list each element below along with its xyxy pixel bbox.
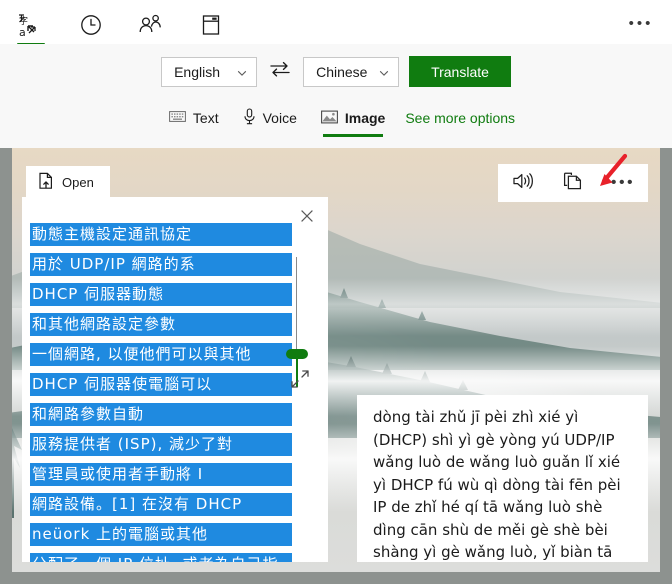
source-language-dropdown[interactable]: English [161, 56, 258, 87]
open-file-icon [38, 172, 54, 193]
tab-image[interactable]: Image [309, 104, 397, 137]
book-icon [200, 13, 222, 37]
tab-voice[interactable]: Voice [231, 102, 309, 138]
ocr-line[interactable]: 一個網路, 以便他們可以與其他 [30, 343, 292, 366]
see-more-options-link[interactable]: See more options [405, 110, 515, 130]
speaker-icon [512, 171, 534, 196]
ocr-line[interactable]: 管理員或使用者手動將 I [30, 463, 292, 486]
workspace-left-frame [0, 148, 12, 584]
chevron-down-icon [236, 66, 248, 78]
translation-controls-panel: English Chinese Translate Text Voice Ima… [0, 44, 672, 148]
input-mode-tabs: Text Voice Image See more options [0, 102, 672, 138]
target-language-value: Chinese [316, 63, 368, 80]
zoom-slider-thumb[interactable] [286, 349, 308, 359]
translate-icon: 字 a [18, 12, 44, 38]
microphone-icon [243, 108, 256, 128]
workspace-right-frame [660, 148, 672, 584]
ocr-line[interactable]: 動態主機設定通訊協定 [30, 223, 292, 246]
copy-button[interactable] [548, 164, 598, 202]
chevron-down-icon [378, 66, 390, 78]
tab-voice-label: Voice [262, 110, 297, 126]
nav-item-translator[interactable]: 字 a [14, 8, 48, 46]
picture-icon [320, 110, 338, 127]
ocr-line[interactable]: 和網路參數自動 [30, 403, 292, 426]
window-more-menu[interactable]: ••• [626, 16, 656, 32]
image-action-toolbar: ••• [498, 164, 648, 202]
target-language-dropdown[interactable]: Chinese [303, 56, 400, 87]
copy-icon [563, 171, 583, 196]
people-icon [138, 13, 164, 37]
nav-item-phrasebook[interactable] [194, 8, 228, 42]
ocr-line[interactable]: 和其他網路設定參數 [30, 313, 292, 336]
nav-item-conversation[interactable] [134, 8, 168, 42]
swap-arrows-icon [269, 60, 291, 83]
close-icon [299, 208, 315, 229]
ocr-translated-lines: 動態主機設定通訊協定 用於 UDP/IP 網路的系 DHCP 伺服器動態 和其他… [30, 223, 292, 562]
translator-app-window: 字 a ••• English Chinese Translate Text V… [0, 0, 672, 584]
ellipsis-icon: ••• [610, 174, 636, 191]
translate-button[interactable]: Translate [409, 56, 511, 87]
image-more-button[interactable]: ••• [598, 164, 648, 202]
ocr-line[interactable]: 服務提供者 (ISP), 減少了對 [30, 433, 292, 456]
ocr-scroll-area[interactable]: 動態主機設定通訊協定 用於 UDP/IP 網路的系 DHCP 伺服器動態 和其他… [22, 197, 298, 562]
expand-arrows-icon [290, 370, 310, 393]
clock-icon [79, 13, 103, 37]
expand-button[interactable] [290, 369, 310, 389]
swap-languages-button[interactable] [267, 59, 293, 85]
ocr-line[interactable]: DHCP 伺服器動態 [30, 283, 292, 306]
zoom-slider[interactable] [286, 257, 308, 387]
active-mode-indicator [322, 133, 384, 137]
ocr-line[interactable]: 用於 UDP/IP 網路的系 [30, 253, 292, 276]
keyboard-icon [169, 110, 186, 126]
pinyin-transliteration-card: dòng tài zhǔ jī pèi zhì xié yì (DHCP) sh… [357, 395, 648, 562]
source-language-value: English [174, 63, 220, 80]
tab-image-label: Image [344, 110, 386, 126]
language-selector-row: English Chinese Translate [0, 56, 672, 87]
ocr-line[interactable]: 分配了一個 IP 位址, 或者為自己指 [30, 553, 292, 562]
ocr-text-overlay-card: The Dynamic Host Configuration DHCP Prot… [22, 197, 328, 562]
workspace-bottom-frame [0, 572, 672, 584]
nav-icon-group: 字 a [14, 8, 228, 46]
svg-text:a: a [19, 26, 26, 38]
close-overlay-button[interactable] [296, 207, 318, 229]
listen-button[interactable] [498, 164, 548, 202]
tab-text[interactable]: Text [157, 104, 231, 136]
ocr-line[interactable]: 網路設備。[1] 在沒有 DHCP [30, 493, 292, 516]
ocr-line[interactable]: neüork 上的電腦或其他 [30, 523, 292, 546]
nav-item-history[interactable] [74, 8, 108, 42]
open-button-label: Open [62, 174, 94, 190]
open-image-button[interactable]: Open [26, 166, 110, 198]
ocr-line[interactable]: DHCP 伺服器使電腦可以 [30, 373, 292, 396]
pinyin-text: dòng tài zhǔ jī pèi zhì xié yì (DHCP) sh… [373, 408, 621, 561]
top-navigation-bar: 字 a ••• [0, 0, 672, 46]
tab-text-label: Text [192, 110, 219, 126]
